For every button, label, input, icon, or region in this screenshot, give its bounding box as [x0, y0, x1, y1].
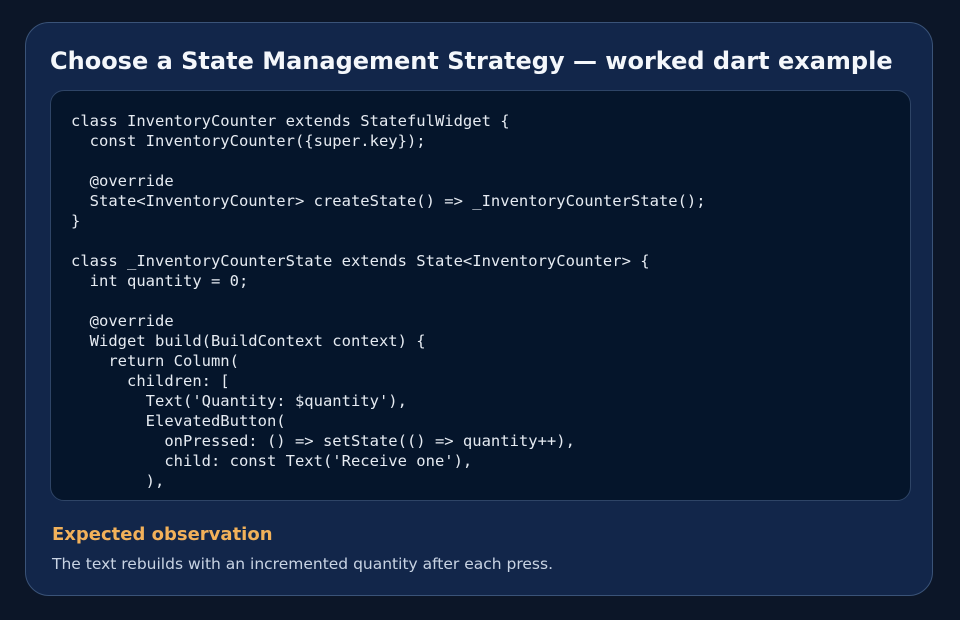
code-text: class InventoryCounter extends StatefulW…	[71, 112, 706, 490]
page-title: Choose a State Management Strategy — wor…	[50, 47, 893, 75]
code-block[interactable]: class InventoryCounter extends StatefulW…	[50, 90, 911, 501]
observation-heading: Expected observation	[52, 524, 273, 545]
example-card: Choose a State Management Strategy — wor…	[25, 22, 933, 596]
observation-text: The text rebuilds with an incremented qu…	[52, 555, 554, 573]
